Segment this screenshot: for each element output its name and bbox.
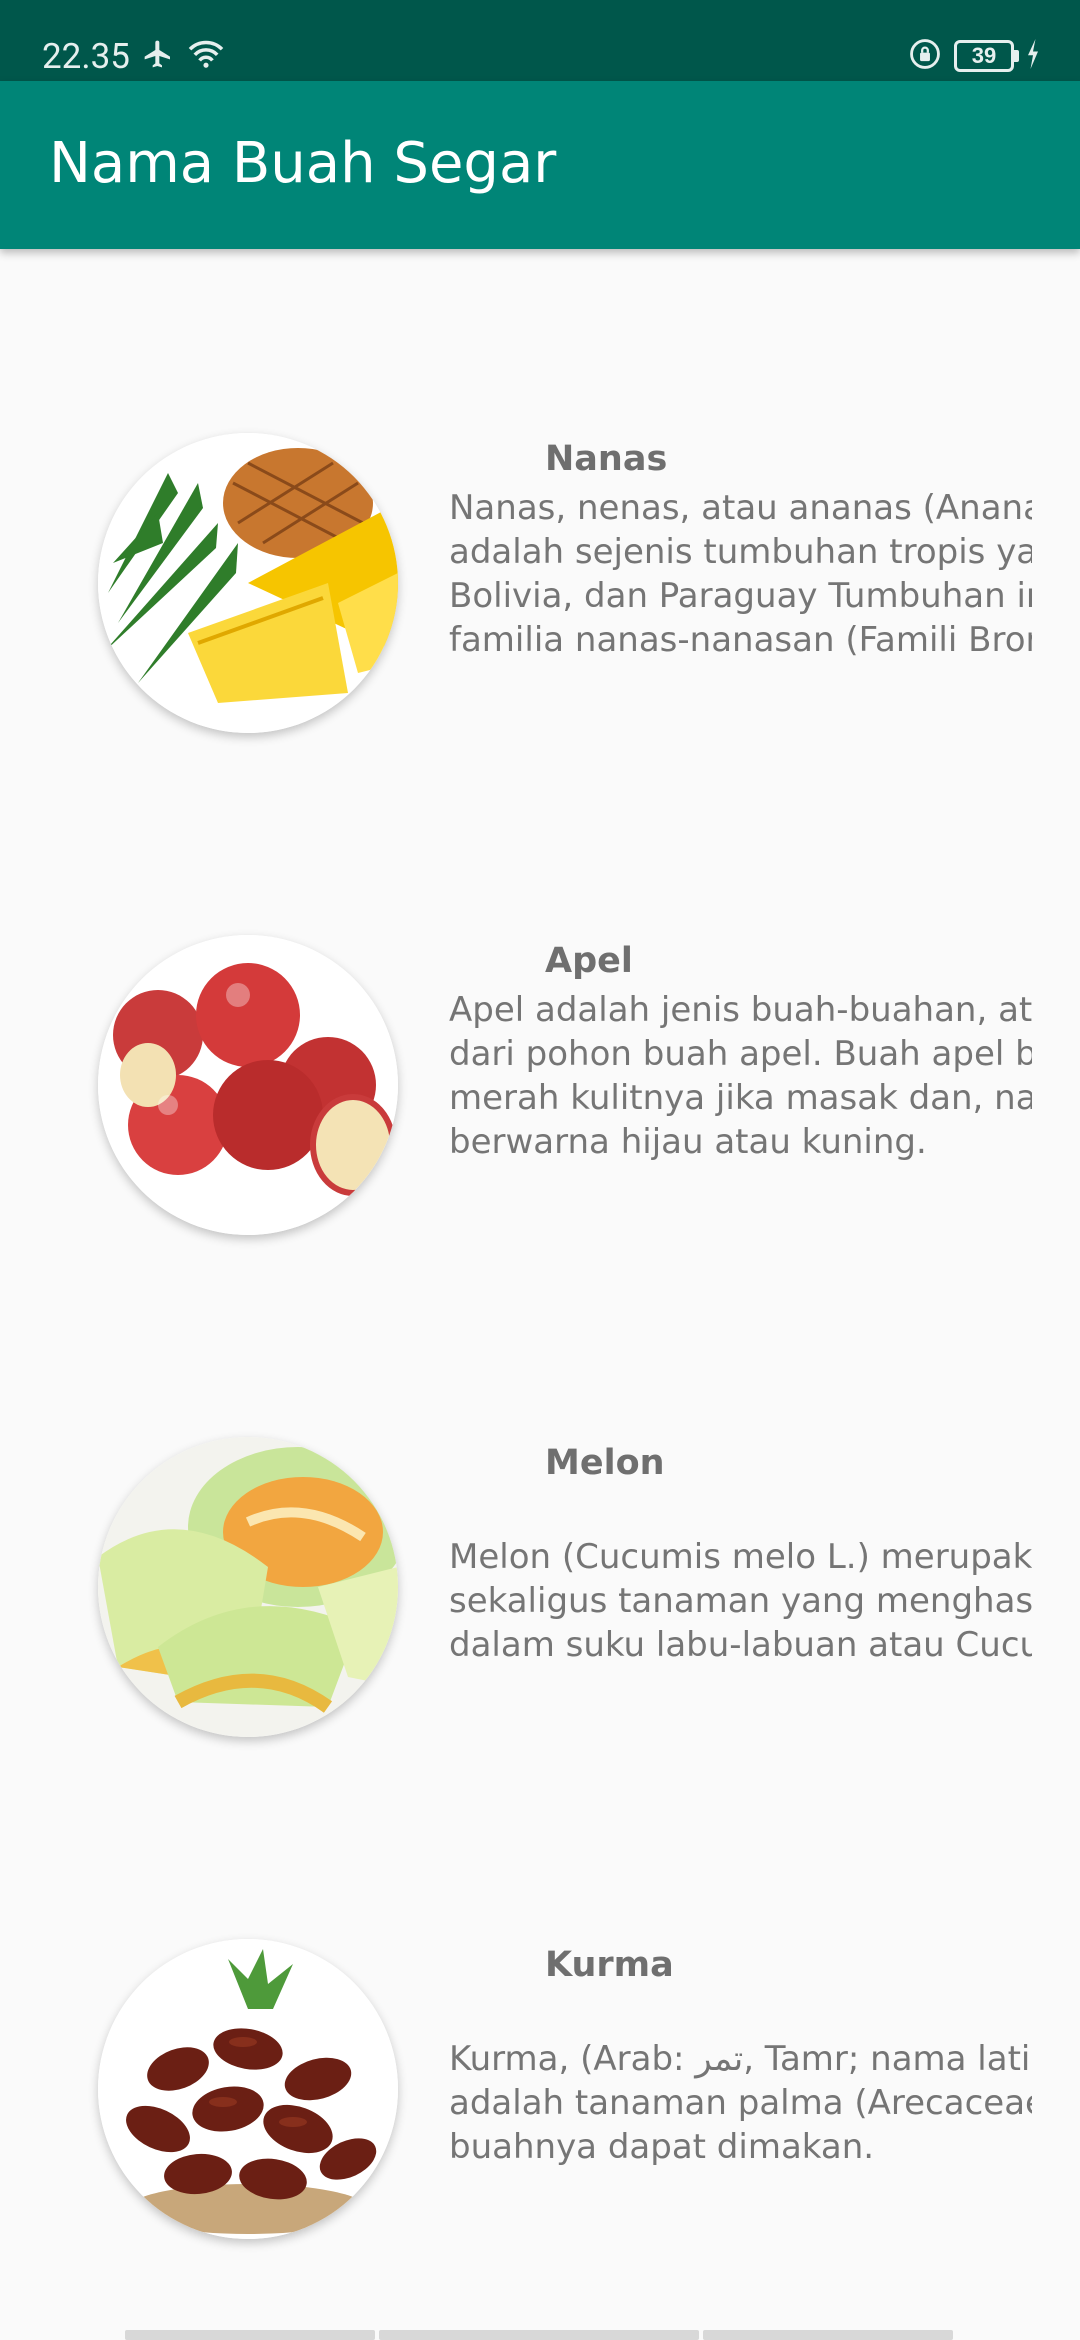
list-item[interactable]: Nanas Nanas, nenas, atau ananas (Anana a… [0, 249, 1080, 749]
item-description: Apel adalah jenis buah-buahan, ata dari … [449, 988, 1032, 1164]
rotation-lock-icon [908, 37, 942, 76]
status-bar: 22.35 39 [0, 0, 1080, 81]
item-description-line: familia nanas-nanasan (Famili Bror [449, 620, 1032, 660]
item-name: Kurma [545, 1945, 674, 1985]
item-name: Apel [545, 941, 633, 981]
item-description: Kurma, (Arab: تمر, Tamr; nama latin adal… [449, 2037, 1032, 2169]
navigation-handle [125, 2330, 955, 2340]
item-description-line: merah kulitnya jika masak dan, nan [449, 1078, 1032, 1118]
item-name: Melon [545, 1443, 665, 1483]
item-description-line: sekaligus tanaman yang menghasi [449, 1581, 1032, 1621]
item-description-line: berwarna hijau atau kuning. [449, 1122, 927, 1162]
item-description-line: Apel adalah jenis buah-buahan, ata [449, 990, 1032, 1030]
list-item[interactable]: Kurma Kurma, (Arab: تمر, Tamr; nama lati… [0, 1755, 1080, 2255]
item-description-line: Kurma, (Arab: تمر, Tamr; nama latin [449, 2039, 1032, 2079]
item-description-line: adalah sejenis tumbuhan tropis yar [449, 532, 1032, 572]
item-description: Nanas, nenas, atau ananas (Anana adalah … [449, 486, 1032, 662]
list-item[interactable]: Apel Apel adalah jenis buah-buahan, ata … [0, 751, 1080, 1251]
item-description-line: dalam suku labu-labuan atau Cucur [449, 1625, 1032, 1665]
fruit-list[interactable]: Nanas Nanas, nenas, atau ananas (Anana a… [0, 249, 1080, 2340]
pineapple-image [98, 433, 398, 733]
item-description-line: dari pohon buah apel. Buah apel bia [449, 1034, 1032, 1074]
item-description-line: Melon (Cucumis melo L.) merupaka [449, 1537, 1032, 1577]
item-description-line: buahnya dapat dimakan. [449, 2127, 875, 2167]
status-time: 22.35 [42, 36, 130, 77]
airplane-icon [142, 38, 174, 75]
item-description-line: adalah tanaman palma (Arecaceae [449, 2083, 1032, 2123]
melon-image [98, 1437, 398, 1737]
item-description: Melon (Cucumis melo L.) merupaka sekalig… [449, 1535, 1032, 1667]
item-name: Nanas [545, 439, 668, 479]
battery-icon: 39 [954, 40, 1019, 72]
app-title: Nama Buah Segar [49, 131, 557, 196]
wifi-icon [186, 38, 226, 75]
apple-image [98, 935, 398, 1235]
charging-icon [1026, 38, 1040, 74]
dates-image [98, 1939, 398, 2239]
item-description-line: Bolivia, dan Paraguay Tumbuhan in [449, 576, 1032, 616]
app-bar: Nama Buah Segar [0, 81, 1080, 249]
item-description-line: Nanas, nenas, atau ananas (Anana [449, 488, 1032, 528]
list-item[interactable]: Melon Melon (Cucumis melo L.) merupaka s… [0, 1253, 1080, 1753]
